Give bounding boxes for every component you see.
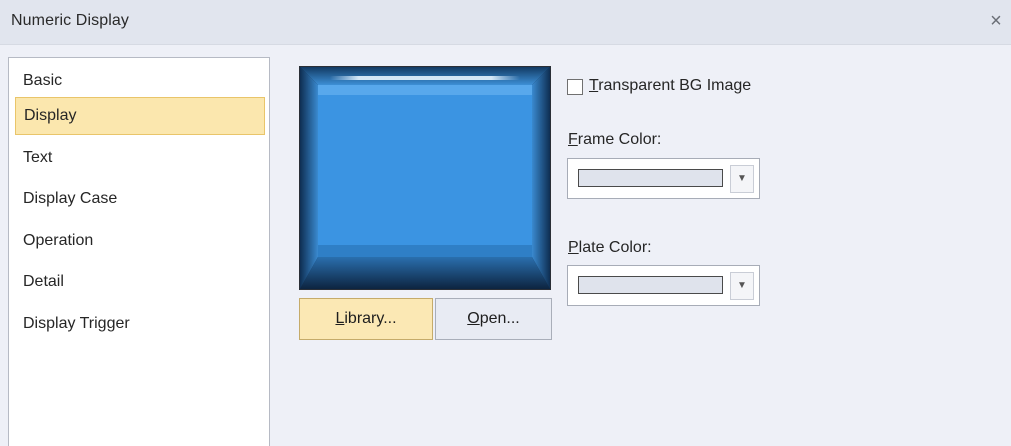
chevron-down-icon[interactable]: ▼: [730, 272, 754, 300]
nav-item-detail[interactable]: Detail: [15, 264, 265, 302]
plate-color-swatch: [578, 276, 723, 294]
frame-color-label: Frame Color:: [568, 131, 662, 148]
frame-color-picker[interactable]: ▼: [567, 158, 760, 199]
nav-item-basic[interactable]: Basic: [15, 63, 265, 101]
library-button[interactable]: Library...: [299, 298, 433, 340]
category-list: Basic Display Text Display Case Operatio…: [8, 57, 270, 446]
open-button[interactable]: Open...: [435, 298, 552, 340]
dialog-title: Numeric Display: [11, 12, 129, 29]
plate-color-picker[interactable]: ▼: [567, 265, 760, 306]
nav-item-display[interactable]: Display: [15, 97, 265, 135]
plate-color-label: Plate Color:: [568, 239, 652, 256]
chevron-down-icon[interactable]: ▼: [730, 165, 754, 193]
numeric-display-dialog: Numeric Display × Basic Display Text Dis…: [0, 0, 1011, 446]
nav-item-text[interactable]: Text: [15, 140, 265, 178]
title-bar: Numeric Display ×: [0, 0, 1011, 45]
blue-display-frame-image: [300, 67, 550, 289]
close-icon[interactable]: ×: [985, 8, 1007, 34]
frame-color-swatch: [578, 169, 723, 187]
nav-item-display-case[interactable]: Display Case: [15, 181, 265, 219]
transparent-bg-image-label[interactable]: Transparent BG Image: [589, 77, 751, 95]
nav-item-display-trigger[interactable]: Display Trigger: [15, 306, 265, 344]
display-image-preview: [299, 66, 551, 290]
transparent-bg-image-checkbox[interactable]: [567, 79, 583, 95]
nav-item-operation[interactable]: Operation: [15, 223, 265, 261]
